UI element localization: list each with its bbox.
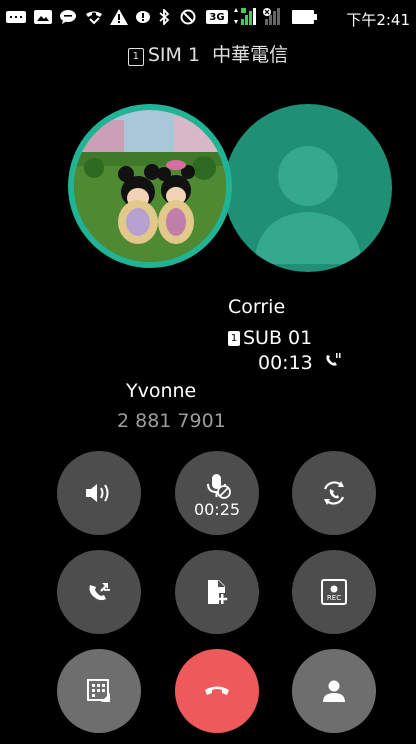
swap-calls-button[interactable] [292,451,376,535]
record-button[interactable]: REC [292,550,376,634]
do-not-disturb-icon [180,9,196,25]
speaker-icon [86,484,109,502]
dialpad-icon [87,679,110,702]
record-icon: REC [321,579,347,605]
warning-icon [110,9,128,25]
battery-icon [292,9,318,25]
add-note-button[interactable] [175,550,259,634]
sim-badge: 1 [127,48,144,66]
keyboard-icon [6,9,26,25]
subscription-line: 1 SUB 01 [228,324,341,352]
note-add-icon [208,580,228,604]
held-contact-number: 2 881 7901 [117,410,226,432]
merge-calls-button[interactable] [57,550,141,634]
held-contact-avatar[interactable] [224,104,392,272]
mute-timer-label: 00:25 [193,500,241,519]
active-call-timer: 00:13 [258,352,313,374]
end-call-icon [205,686,229,695]
svg-text:REC: REC [327,594,341,602]
swap-call-icon [323,481,345,505]
active-call-info: Corrie 1 SUB 01 00:13 [228,296,341,380]
bluetooth-icon [158,9,170,25]
notification-icon [136,9,150,25]
network-type-label: 3G [209,11,225,23]
missed-call-icon [84,9,104,25]
sim-label: SIM 1 [147,44,201,66]
held-contact-name: Yvonne [126,380,197,402]
hd-call-icon [326,353,341,366]
active-contact-name: Corrie [228,296,286,318]
signal-strength-sim2-icon [263,8,289,25]
merge-call-icon [89,583,110,601]
mute-button[interactable]: 00:25 [175,451,259,535]
microphone-off-icon [207,474,231,499]
end-call-button[interactable] [175,649,259,733]
person-placeholder-icon [254,146,362,264]
person-icon [323,680,345,702]
sim-carrier-line: 1 SIM 1 中華電信 [0,40,416,67]
image-icon [34,9,52,25]
sub-sim-badge: 1 [228,330,240,346]
status-bar: 3G 下午2:41 [0,0,416,34]
contact-photo [74,110,226,262]
sub-label: SUB 01 [243,327,313,349]
contacts-button[interactable] [292,649,376,733]
keypad-button[interactable] [57,649,141,733]
status-time: 下午2:41 [346,11,410,29]
active-contact-avatar[interactable] [68,104,232,268]
speaker-button[interactable] [57,451,141,535]
carrier-name: 中華電信 [212,44,289,66]
signal-strength-icon [232,8,260,25]
chat-icon [60,9,76,25]
active-timer-line: 00:13 [228,352,341,380]
